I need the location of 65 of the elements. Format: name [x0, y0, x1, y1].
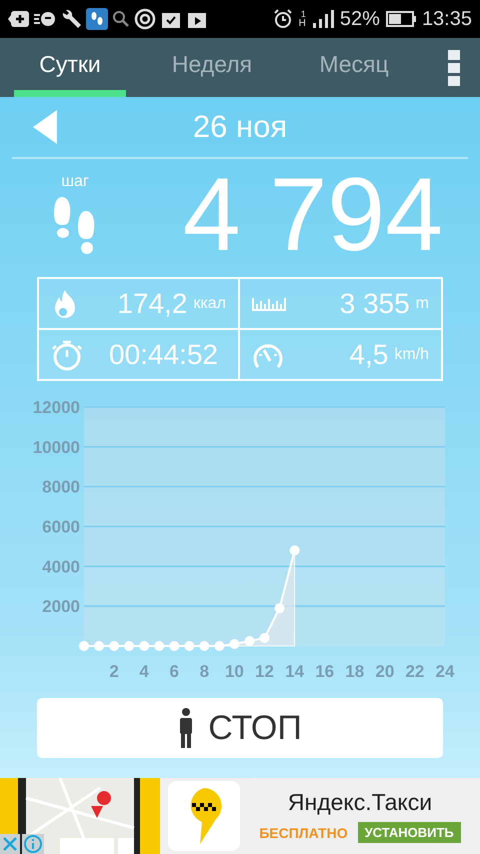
stop-button[interactable]: СТОП: [37, 698, 443, 758]
x-tick-label: 24: [436, 662, 454, 681]
app-name: Яндекс.Такси: [288, 789, 432, 816]
clock-time: 13:35: [422, 8, 472, 30]
data-point: [214, 641, 224, 651]
info-icon[interactable]: [22, 834, 44, 854]
data-point: [290, 545, 300, 556]
data-point: [229, 639, 240, 649]
x-tick-label: 10: [224, 662, 244, 681]
stat-unit: ккал: [193, 294, 226, 312]
data-point: [154, 641, 164, 651]
x-tick-label: 8: [200, 662, 210, 681]
battery-icon: [386, 11, 416, 27]
step-count: 4 794: [182, 163, 443, 267]
battery-percent: 52%: [340, 8, 380, 30]
data-point: [274, 603, 284, 614]
stat-unit: m: [416, 294, 429, 312]
x-tick-label: 6: [170, 662, 179, 681]
plus-icon: [8, 9, 30, 29]
data-point: [199, 641, 210, 651]
data-point: [124, 641, 134, 651]
x-tick-label: 20: [375, 662, 394, 681]
stat-value: 4,5: [349, 338, 388, 370]
network-type: H: [298, 19, 306, 29]
x-tick-label: 12: [255, 662, 274, 681]
x-tick-label: 18: [345, 662, 364, 681]
footprints-icon: [86, 8, 108, 30]
x-tick-label: 2: [109, 662, 119, 681]
y-tick-label: 6000: [42, 518, 80, 536]
data-point: [109, 641, 120, 651]
x-tick-label: 4: [139, 662, 149, 681]
stat-unit: km/h: [394, 346, 429, 364]
install-button[interactable]: УСТАНОВИТЬ: [358, 822, 461, 843]
close-icon[interactable]: [0, 834, 20, 854]
data-point: [94, 641, 104, 651]
stat-value: 00:44:52: [109, 338, 218, 370]
y-tick-label: 8000: [42, 478, 80, 497]
person-icon: [178, 708, 194, 748]
x-tick-label: 22: [405, 662, 424, 681]
search-icon: [112, 9, 130, 29]
wrench-icon: [60, 9, 82, 29]
y-tick-label: 10000: [32, 438, 80, 457]
stat-value: 3 355: [340, 288, 410, 320]
stat-value: 174,2: [117, 288, 188, 320]
menu-icon: [448, 48, 460, 88]
data-point: [169, 641, 180, 651]
data-point: [184, 641, 194, 651]
y-tick-label: 4000: [42, 557, 80, 576]
tab[interactable]: Неделя: [156, 38, 268, 97]
y-tick-label: 12000: [32, 398, 80, 417]
sim-number: 1: [300, 9, 306, 19]
date-label: 26 ноя: [192, 109, 288, 145]
tab[interactable]: Месяц: [298, 38, 410, 97]
alarm-icon: [272, 9, 293, 29]
data-point: [79, 641, 89, 651]
data-point: [139, 641, 150, 651]
data-point: [244, 636, 254, 646]
signal-icon: [312, 9, 334, 29]
back-icon[interactable]: [33, 110, 57, 144]
steps-label: шаг: [61, 173, 89, 191]
data-point: [260, 633, 270, 643]
price-label: БЕСПЛАТНО: [259, 824, 348, 840]
x-tick-label: 16: [315, 662, 334, 681]
y-tick-label: 2000: [42, 597, 80, 616]
x-tick-label: 14: [285, 662, 304, 681]
